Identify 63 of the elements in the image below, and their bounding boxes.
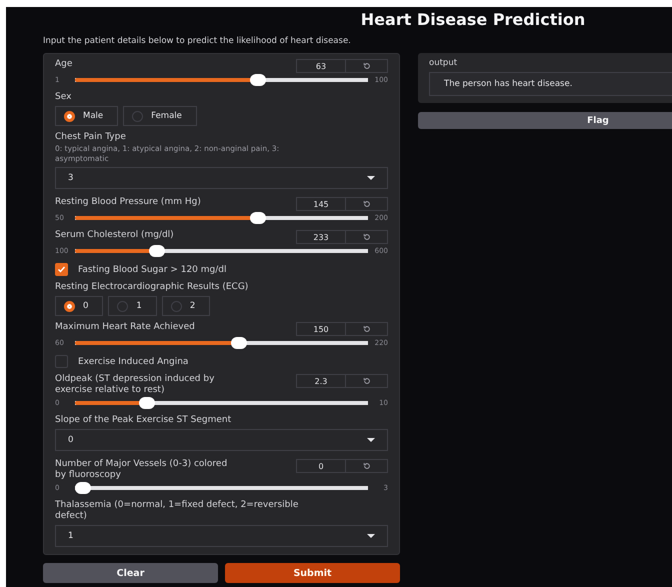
reset-button[interactable] — [346, 459, 388, 473]
radio-button[interactable] — [170, 300, 182, 312]
page-description: Input the patient details below to predict the likelihood of heart disease. — [43, 36, 352, 47]
field-label: Chest Pain Type — [55, 132, 127, 143]
field-label: Sex — [55, 92, 72, 103]
caret-icon — [367, 534, 375, 538]
slider-thumb[interactable] — [250, 212, 266, 224]
slider-thumb[interactable] — [250, 74, 266, 86]
radio-option[interactable]: 0 — [55, 296, 104, 316]
dropdown[interactable]: 1 — [55, 525, 388, 547]
field-label: Slope of the Peak Exercise ST Segment — [55, 415, 232, 426]
slider-thumb[interactable] — [138, 397, 155, 409]
reset-button[interactable] — [346, 197, 388, 211]
field-label: Number of Major Vessels (0-3) colored by fluoroscopy — [55, 459, 228, 481]
output-field: The person has heart disease. — [429, 72, 672, 96]
reset-button[interactable] — [346, 322, 388, 336]
reset-button[interactable] — [346, 59, 388, 73]
number-input[interactable]: 150 — [296, 322, 346, 336]
checkbox-label: Fasting Blood Sugar > 120 mg/dl — [78, 264, 226, 274]
caret-icon — [367, 438, 375, 442]
number-input[interactable]: 63 — [296, 59, 346, 73]
number-input[interactable]: 2.3 — [296, 374, 346, 388]
radio-option[interactable]: Male — [55, 106, 118, 126]
radio-button[interactable] — [117, 300, 128, 312]
radio-option[interactable]: Female — [123, 106, 197, 126]
slider-thumb[interactable] — [230, 337, 247, 349]
radio-button[interactable] — [64, 300, 75, 312]
checkbox-label: Exercise Induced Angina — [78, 356, 188, 366]
checkbox[interactable] — [55, 263, 68, 276]
output-label: output — [429, 58, 458, 69]
submit-button[interactable]: Submit — [225, 563, 400, 583]
field-label: Age — [55, 59, 72, 70]
dropdown[interactable]: 0 — [55, 429, 388, 451]
reset-button[interactable] — [346, 230, 388, 244]
page-title: Heart Disease Prediction — [360, 9, 586, 30]
field-label: Resting Blood Pressure (mm Hg) — [55, 197, 201, 208]
check-icon — [57, 265, 66, 274]
checkbox[interactable] — [55, 355, 68, 368]
flag-button[interactable]: Flag — [418, 112, 672, 129]
slider-thumb[interactable] — [75, 482, 91, 494]
reset-icon — [362, 325, 370, 333]
reset-button[interactable] — [346, 374, 388, 388]
number-input[interactable]: 0 — [296, 459, 346, 473]
field-label: Resting Electrocardiographic Results (ECG) — [55, 282, 250, 293]
reset-icon — [362, 200, 370, 208]
field-label: Maximum Heart Rate Achieved — [55, 322, 195, 333]
number-input[interactable]: 145 — [296, 197, 346, 211]
radio-button[interactable] — [132, 110, 144, 122]
slider-thumb[interactable] — [148, 245, 165, 257]
radio-button[interactable] — [64, 110, 75, 122]
dropdown[interactable]: 3 — [55, 167, 388, 189]
caret-icon — [367, 176, 375, 180]
number-input[interactable]: 233 — [296, 230, 346, 244]
field-label: Oldpeak (ST depression induced by exercise relative to rest) — [55, 374, 216, 396]
reset-icon — [362, 462, 370, 470]
radio-option[interactable]: 2 — [162, 296, 210, 316]
reset-icon — [362, 62, 370, 70]
radio-option[interactable]: 1 — [108, 296, 157, 316]
field-label: Serum Cholesterol (mg/dl) — [55, 230, 174, 241]
clear-button[interactable]: Clear — [43, 563, 218, 583]
reset-icon — [362, 233, 370, 241]
field-label: Thalassemia (0=normal, 1=fixed defect, 2=reversible defect) — [55, 500, 300, 522]
reset-icon — [362, 377, 370, 385]
